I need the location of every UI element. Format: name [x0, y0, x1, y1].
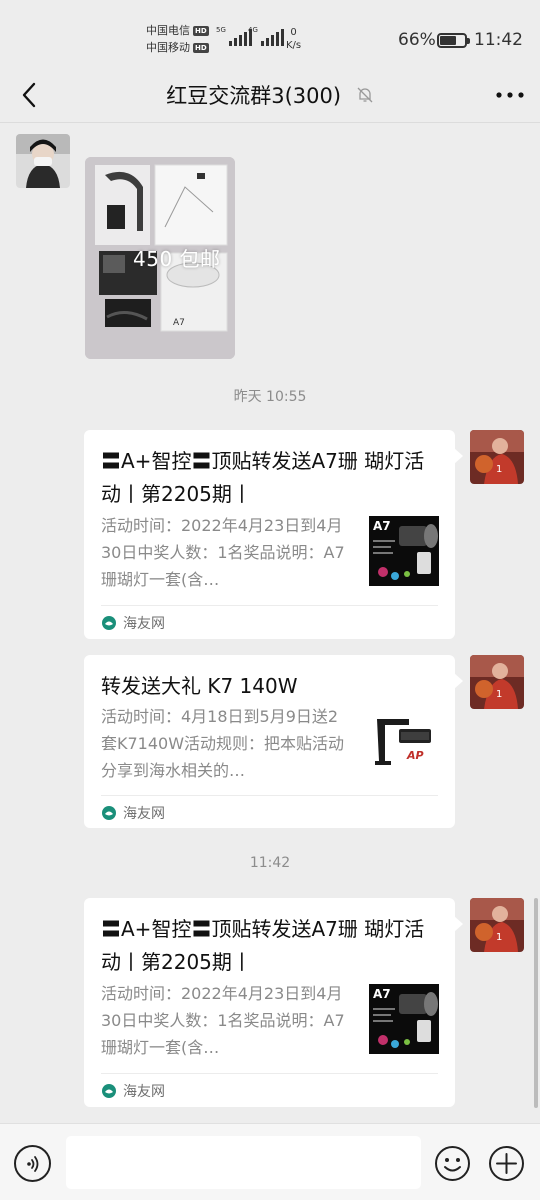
- svg-text:A7: A7: [173, 318, 185, 328]
- chat-title-area[interactable]: 红豆交流群3(300): [0, 80, 540, 110]
- hd-badge: HD: [193, 25, 209, 36]
- source-logo-icon: [102, 616, 116, 630]
- card-source-label: 海友网: [123, 806, 165, 822]
- carrier-2-label: 中国移动: [146, 41, 190, 54]
- card-description: 活动时间：4月18日到5月9日送2套K7140W活动规则：把本贴活动分享到海水相…: [101, 707, 345, 780]
- photo-message[interactable]: A7 450 包邮: [85, 157, 235, 359]
- network-type-label: 4G: [248, 26, 258, 34]
- plus-icon: [489, 1146, 524, 1181]
- nav-bar: 红豆交流群3(300): [0, 70, 540, 122]
- avatar[interactable]: 1: [470, 655, 524, 709]
- card-source: 海友网: [101, 803, 165, 823]
- speed-unit: K/s: [286, 40, 302, 51]
- speed-value: 0: [290, 27, 297, 38]
- carrier-1-label: 中国电信: [146, 24, 190, 37]
- network-type-label: 5G: [216, 26, 226, 34]
- battery-percent: 66%: [398, 30, 436, 50]
- svg-text:1: 1: [496, 689, 502, 700]
- card-thumbnail: A7: [369, 516, 439, 586]
- timestamp: 昨天 10:55: [233, 389, 307, 405]
- link-card[interactable]: 转发送大礼 K7 140W 活动时间：4月18日到5月9日送2套K7140W活动…: [84, 655, 463, 828]
- voice-button[interactable]: [14, 1145, 51, 1182]
- battery-icon: [437, 33, 470, 48]
- signal-4g-icon: 4G: [248, 26, 284, 46]
- signal-5g-icon: 5G: [216, 26, 252, 46]
- status-bar: 中国电信 HD 中国移动 HD 5G 4G 0 K/s 66% 11:42: [0, 0, 540, 70]
- svg-text:1: 1: [496, 464, 502, 475]
- card-thumbnail: A7: [369, 984, 439, 1054]
- more-actions-button[interactable]: [488, 1145, 525, 1182]
- svg-text:1: 1: [496, 932, 502, 943]
- card-thumbnail: AP: [369, 709, 439, 779]
- carrier-info: 中国电信 HD 中国移动 HD: [146, 22, 209, 56]
- avatar[interactable]: [16, 134, 70, 188]
- card-source: 海友网: [101, 613, 165, 633]
- card-description: 活动时间：2022年4月23日到4月30日中奖人数：1名奖品说明：A7珊瑚灯一套…: [101, 516, 345, 589]
- timestamp: 11:42: [249, 855, 291, 871]
- emoji-button[interactable]: [434, 1145, 471, 1182]
- thumb-label: A7: [373, 987, 391, 1001]
- card-title: 〓A+智控〓顶贴转发送A7珊 瑚灯活动丨第2205期丨: [101, 917, 425, 974]
- card-title: 转发送大礼 K7 140W: [101, 674, 298, 698]
- card-description: 活动时间：2022年4月23日到4月30日中奖人数：1名奖品说明：A7珊瑚灯一套…: [101, 984, 345, 1057]
- card-source-label: 海友网: [123, 1084, 165, 1100]
- source-logo-icon: [102, 806, 116, 820]
- card-source-label: 海友网: [123, 616, 165, 632]
- card-title: 〓A+智控〓顶贴转发送A7珊 瑚灯活动丨第2205期丨: [101, 449, 425, 506]
- chat-message-list[interactable]: A7 450 包邮 昨天 10:55 1 〓A+智控〓顶贴转发送A7珊 瑚灯活动…: [0, 123, 540, 1123]
- card-divider: [101, 1073, 438, 1074]
- chat-scrollbar[interactable]: [534, 898, 538, 1108]
- link-card[interactable]: 〓A+智控〓顶贴转发送A7珊 瑚灯活动丨第2205期丨 活动时间：2022年4月…: [84, 430, 463, 639]
- thumb-label: A7: [373, 519, 391, 533]
- card-divider: [101, 605, 438, 606]
- input-bar: [0, 1123, 540, 1200]
- voice-icon: [26, 1155, 38, 1172]
- more-dots-icon: [496, 92, 524, 98]
- avatar[interactable]: 1: [470, 430, 524, 484]
- status-time: 11:42: [474, 30, 523, 50]
- network-speed: 0 K/s: [286, 26, 301, 52]
- chat-title: 红豆交流群3(300): [166, 84, 342, 108]
- thumb-label: AP: [406, 749, 424, 762]
- card-divider: [101, 795, 438, 796]
- source-logo-icon: [102, 1084, 116, 1098]
- emoji-icon: [435, 1146, 470, 1181]
- more-button[interactable]: [494, 80, 526, 110]
- avatar[interactable]: 1: [470, 898, 524, 952]
- bell-off-icon: [356, 85, 374, 109]
- link-card[interactable]: 〓A+智控〓顶贴转发送A7珊 瑚灯活动丨第2205期丨 活动时间：2022年4月…: [84, 898, 463, 1107]
- photo-caption: 450 包邮: [133, 247, 221, 271]
- hd-badge: HD: [193, 42, 209, 53]
- card-source: 海友网: [101, 1081, 165, 1101]
- message-input[interactable]: [66, 1136, 421, 1189]
